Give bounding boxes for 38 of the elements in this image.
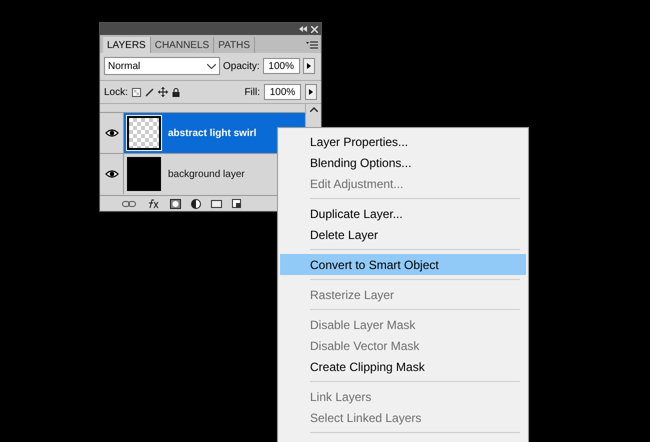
panel-menu-icon[interactable] — [306, 41, 318, 49]
move-icon[interactable] — [158, 87, 168, 97]
lock-label: Lock: — [104, 86, 128, 100]
folder-icon[interactable] — [211, 199, 222, 208]
layer-row[interactable]: abstract light swirl — [100, 112, 305, 153]
opacity-label: Opacity: — [223, 60, 260, 74]
fill-label: Fill: — [244, 86, 260, 100]
blend-mode-dropdown[interactable]: Normal — [104, 57, 220, 75]
eye-icon[interactable] — [104, 128, 118, 138]
panel-tab[interactable]: LAYERS — [103, 37, 151, 53]
close-icon[interactable] — [311, 26, 318, 32]
collapse-icon[interactable] — [299, 26, 307, 32]
link-icon[interactable] — [122, 200, 136, 206]
layer-name: abstract light swirl — [168, 126, 256, 140]
mask-icon[interactable] — [170, 198, 181, 208]
layer-name: background layer — [168, 168, 245, 182]
fill-field[interactable]: 100% — [264, 84, 301, 100]
eye-icon[interactable] — [104, 169, 118, 179]
chevron-down-icon — [207, 64, 216, 68]
triangle-right-icon — [306, 63, 311, 69]
scroll-up-icon[interactable] — [310, 107, 318, 112]
menu-item[interactable]: Create Clipping Mask — [280, 356, 526, 377]
new-layer-icon[interactable] — [232, 199, 241, 208]
menu-item[interactable]: Convert to Smart Object — [280, 254, 526, 275]
half-circle-icon[interactable] — [191, 198, 201, 208]
fill-arrow-button[interactable] — [305, 84, 317, 100]
opacity-arrow-button[interactable] — [302, 58, 315, 74]
transparent-thumbnail — [127, 116, 161, 150]
checker-icon[interactable] — [132, 88, 141, 96]
triangle-right-icon — [309, 89, 313, 95]
opacity-field[interactable]: 100% — [262, 58, 300, 74]
padlock-icon[interactable] — [172, 88, 180, 96]
panel-tab[interactable]: CHANNELS — [150, 37, 214, 53]
fx-icon[interactable] — [146, 198, 160, 208]
solid-thumbnail — [127, 157, 161, 191]
menu-item[interactable]: Duplicate Layer... — [280, 203, 526, 224]
menu-item[interactable]: Delete Layer — [280, 224, 526, 245]
brush-icon[interactable] — [144, 88, 154, 96]
